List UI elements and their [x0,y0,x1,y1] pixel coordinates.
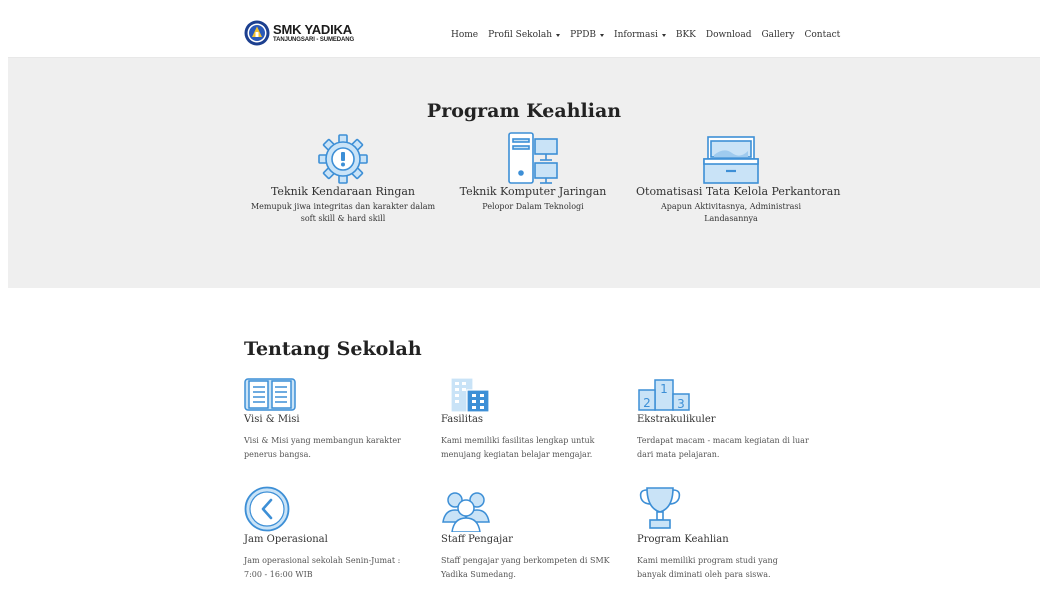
feature-name: Visi & Misi [244,414,300,425]
nav-label: Profil Sekolah [488,30,553,40]
feature-desc: Kami memiliki fasilitas lengkap untuk me… [441,436,595,459]
feature-program-keahlian[interactable]: Program Keahlian Kami memiliki program s… [637,486,809,582]
svg-text:3: 3 [677,397,685,411]
nav-download[interactable]: Download [706,30,752,40]
feature-jam-operasional[interactable]: Jam Operasional Jam operasional sekolah … [244,486,416,582]
podium-icon: 1 2 3 [638,379,690,411]
feature-ekstrakulikuler[interactable]: 1 2 3 Ekstrakulikuler Terdapat macam - m… [637,374,809,462]
feature-name: Fasilitas [441,414,484,425]
program-card[interactable]: Teknik Komputer Jaringan Pelopor Dalam T… [438,132,628,213]
feature-desc: Kami memiliki program studi yang banyak … [637,556,778,579]
program-desc: Pelopor Dalam Teknologi [482,202,584,211]
building-icon [450,377,490,412]
brand-subtitle: TANJUNGSARI - SUMEDANG [273,37,355,43]
nav-bkk[interactable]: BKK [676,30,696,40]
school-emblem-icon [244,20,270,46]
nav-label: BKK [675,30,696,40]
office-tray-icon [703,136,759,184]
nav-ppdb[interactable]: PPDB [570,30,605,40]
caret-down-icon [600,33,605,37]
program-name: Teknik Kendaraan Ringan [270,185,416,198]
nav-label: Contact [804,30,841,40]
program-card[interactable]: Otomatisasi Tata Kelola Perkantoran Apap… [636,133,841,225]
feature-desc: Terdapat macam - macam kegiatan di luar … [637,436,809,459]
nav-label: Home [451,30,479,40]
nav-label: PPDB [570,30,597,40]
program-desc: Apapun Aktivitasnya, Administrasi Landas… [660,202,802,223]
feature-name: Staff Pengajar [441,534,513,545]
nav-home[interactable]: Home [451,30,478,40]
program-desc: Memupuk jiwa integritas dan karakter dal… [250,202,436,223]
feature-visi-misi[interactable]: Visi & Misi Visi & Misi yang membangun k… [244,374,416,462]
nav-contact[interactable]: Contact [805,30,841,40]
feature-desc: Visi & Misi yang membangun karakter pene… [244,436,401,459]
page: SMK YADIKA TANJUNGSARI - SUMEDANG Home P… [8,0,1040,598]
computer-network-icon [508,132,558,184]
nav-gallery[interactable]: Gallery [761,30,794,40]
feature-desc: Staff pengajar yang berkompeten di SMK Y… [441,556,610,579]
caret-down-icon [661,33,666,37]
main-nav: Home Profil Sekolah PPDB Informasi BKK D… [451,30,840,40]
trophy-icon [639,487,681,529]
gear-icon [318,134,368,184]
program-keahlian-section: Program Keahlian Teknik Kendaraan Ringan… [8,58,1040,288]
program-card[interactable]: Teknik Kendaraan Ringan Memupuk jiwa int… [248,133,438,225]
team-icon [442,492,490,532]
feature-desc: Jam operasional sekolah Senin-Jumat : 7:… [244,556,401,579]
book-icon [244,378,296,411]
section-title: Program Keahlian [426,100,622,122]
feature-staff-pengajar[interactable]: Staff Pengajar Staff pengajar yang berko… [441,486,613,582]
brand-name: SMK YADIKA [273,22,352,37]
nav-label: Informasi [614,30,658,40]
nav-label: Gallery [761,30,795,40]
tentang-sekolah-title: Tentang Sekolah [244,338,422,360]
nav-profil-sekolah[interactable]: Profil Sekolah [488,30,561,40]
program-name: Teknik Komputer Jaringan [459,185,607,198]
caret-down-icon [556,33,561,37]
nav-label: Download [705,30,752,40]
brand-logo-link[interactable]: SMK YADIKA TANJUNGSARI - SUMEDANG [244,20,354,46]
clock-icon [244,486,290,532]
svg-text:1: 1 [660,382,668,396]
nav-informasi[interactable]: Informasi [614,30,666,40]
feature-fasilitas[interactable]: Fasilitas Kami memiliki fasilitas lengka… [441,374,613,462]
feature-name: Jam Operasional [244,534,328,545]
feature-name: Program Keahlian [637,534,729,545]
feature-name: Ekstrakulikuler [637,414,716,425]
svg-text:2: 2 [643,396,651,410]
navbar: SMK YADIKA TANJUNGSARI - SUMEDANG Home P… [8,0,1040,58]
program-name: Otomatisasi Tata Kelola Perkantoran [636,185,841,198]
